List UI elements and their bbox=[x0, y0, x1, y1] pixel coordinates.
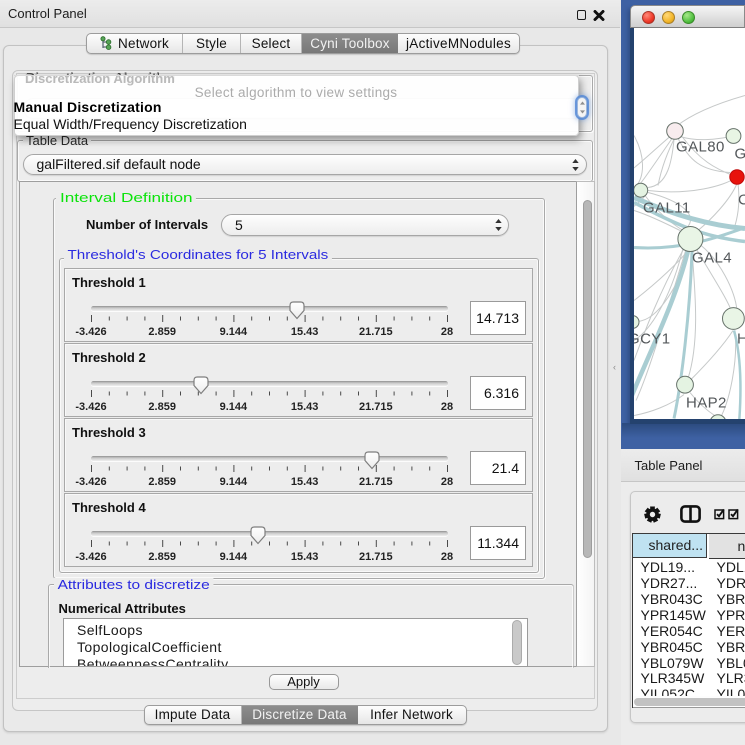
svg-text:HAP2: HAP2 bbox=[686, 394, 727, 411]
svg-text:C: C bbox=[738, 191, 745, 208]
svg-text:GAL4: GAL4 bbox=[692, 249, 732, 266]
svg-text:G: G bbox=[735, 145, 745, 162]
svg-text:GAL11: GAL11 bbox=[643, 199, 691, 216]
svg-text:GCY1: GCY1 bbox=[634, 330, 670, 347]
svg-text:GAL80: GAL80 bbox=[676, 138, 725, 155]
svg-text:H: H bbox=[737, 330, 745, 347]
